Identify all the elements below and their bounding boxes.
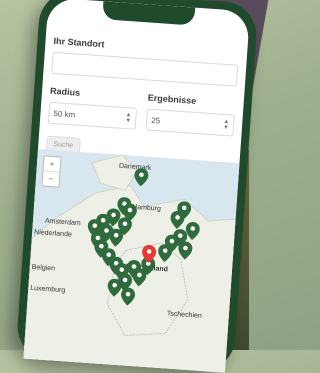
current-location-pin-icon[interactable] <box>141 245 157 264</box>
store-locator-form: Ihr Standort Radius 50 km ▲ ▼ Ergebnisse … <box>38 35 248 166</box>
zoom-control: + − <box>41 155 62 188</box>
radius-value: 50 km <box>53 108 76 120</box>
results-select[interactable]: 25 ▲ ▼ <box>145 108 235 137</box>
zoom-out-button[interactable]: − <box>42 171 59 186</box>
phone-frame: Ihr Standort Radius 50 km ▲ ▼ Ergebnisse … <box>15 0 259 373</box>
radius-label: Radius <box>49 85 81 98</box>
map-pin-icon[interactable] <box>117 217 132 236</box>
zoom-in-button[interactable]: + <box>43 156 61 173</box>
filter-row: Radius 50 km ▲ ▼ Ergebnisse 25 ▲ ▼ <box>47 85 236 137</box>
location-input[interactable] <box>51 51 239 87</box>
map-pin-icon[interactable] <box>120 287 136 306</box>
phone-screen: Ihr Standort Radius 50 km ▲ ▼ Ergebnisse … <box>23 0 251 373</box>
results-value: 25 <box>150 115 161 125</box>
map-pin-icon[interactable] <box>134 168 149 187</box>
map-pin-icon[interactable] <box>170 210 185 229</box>
map-pin-icon[interactable] <box>157 244 173 263</box>
map-pin-icon[interactable] <box>107 278 122 297</box>
results-label: Ergebnisse <box>147 92 197 106</box>
radius-select[interactable]: 50 km ▲ ▼ <box>47 101 138 130</box>
phone-notch <box>102 1 196 26</box>
stepper-icon: ▲ ▼ <box>222 118 230 132</box>
map-view[interactable]: + − Danemark Hamburg Amsterdam Niederlan… <box>23 149 245 373</box>
map-pin-icon[interactable] <box>178 241 193 260</box>
stepper-icon: ▲ ▼ <box>124 112 132 125</box>
